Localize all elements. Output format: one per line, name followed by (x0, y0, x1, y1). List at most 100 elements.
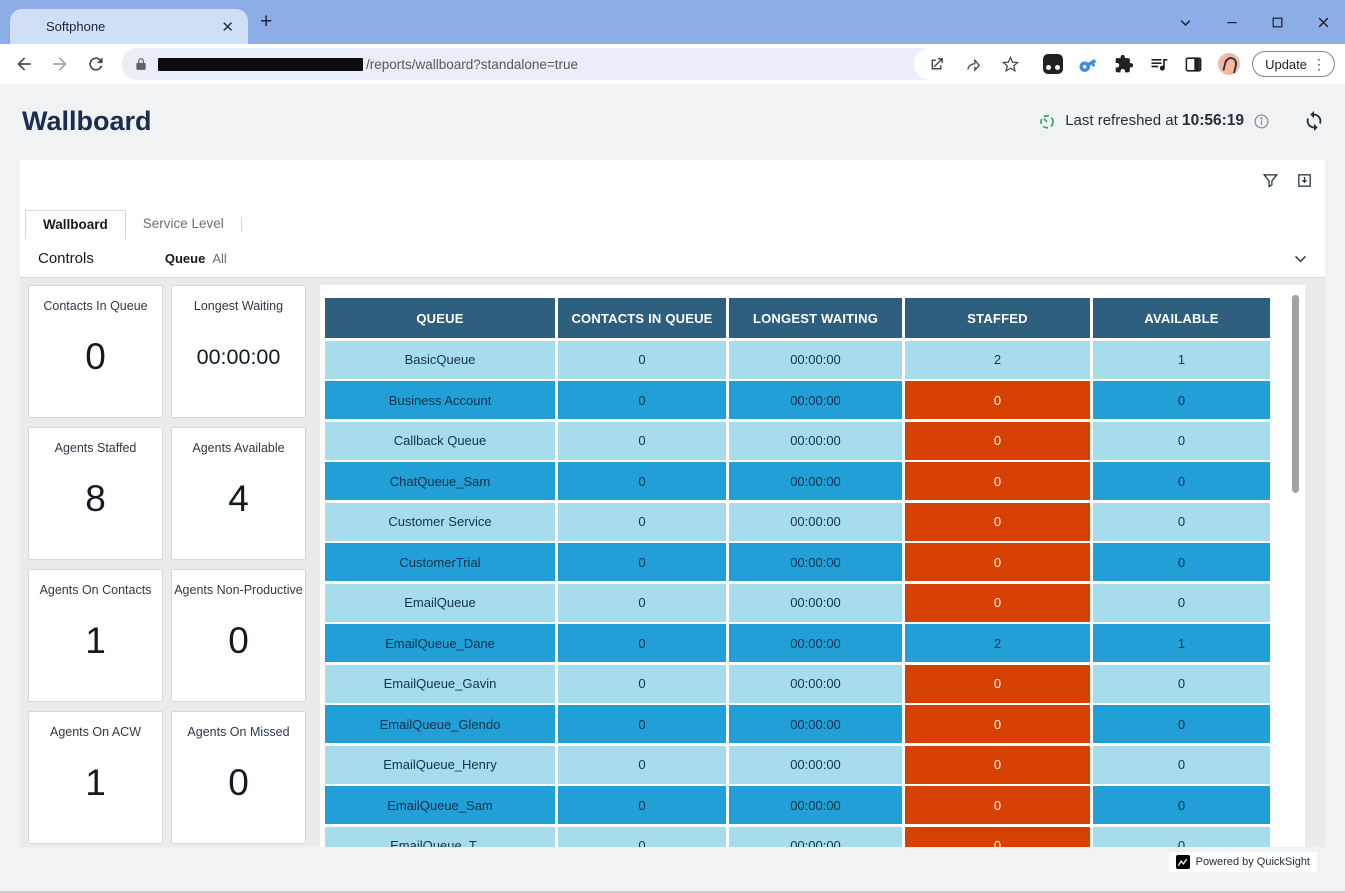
kpi-card: Agents On Contacts1 (28, 569, 163, 702)
kpi-card: Agents Available4 (171, 427, 306, 560)
refresh-cluster: Last refreshed at 10:56:19 (1038, 110, 1325, 132)
kpi-card-label: Agents On ACW (29, 712, 162, 739)
staffed-cell: 0 (905, 422, 1090, 460)
close-icon[interactable] (1316, 15, 1331, 30)
browser-tab-title: Softphone (46, 19, 219, 34)
longest-waiting-cell: 00:00:00 (729, 665, 902, 703)
powered-by-badge: Powered by QuickSight (1169, 852, 1317, 872)
filter-icon[interactable] (1262, 172, 1279, 189)
kpi-card-label: Contacts In Queue (29, 286, 162, 313)
kpi-card-value: 0 (172, 597, 305, 701)
staffed-cell: 0 (905, 746, 1090, 784)
tab-close-icon[interactable]: ✕ (219, 18, 236, 36)
url-path: /reports/wallboard?standalone=true (366, 57, 578, 72)
tab-service-level[interactable]: Service Level (126, 210, 241, 239)
available-cell: 0 (1093, 584, 1270, 622)
contacts-in-queue-cell: 0 (558, 746, 726, 784)
longest-waiting-cell: 00:00:00 (729, 341, 902, 379)
lock-icon[interactable] (134, 57, 148, 71)
contacts-in-queue-cell: 0 (558, 503, 726, 541)
quicksight-logo-icon (1176, 855, 1190, 869)
browser-tab-strip: Softphone ✕ + (0, 0, 1345, 44)
browser-menu-icon[interactable]: ⋮ (1312, 57, 1329, 71)
queue-name-cell: EmailQueue (325, 584, 555, 622)
redacted-domain (158, 58, 363, 71)
kpi-card-value: 8 (29, 455, 162, 559)
controls-collapse-chevron-icon[interactable] (1292, 250, 1309, 267)
kpi-card-label: Agents Available (172, 428, 305, 455)
staffed-cell: 0 (905, 543, 1090, 581)
back-icon[interactable] (14, 54, 34, 74)
extension-dark-icon[interactable] (1043, 54, 1063, 74)
contacts-in-queue-cell: 0 (558, 422, 726, 460)
queue-name-cell: EmailQueue_Gavin (325, 665, 555, 703)
browser-tab[interactable]: Softphone ✕ (10, 9, 248, 44)
address-bar-actions (914, 48, 1033, 80)
table-header-cell: CONTACTS IN QUEUE (558, 298, 726, 338)
forward-icon[interactable] (50, 54, 70, 74)
table-header-cell: AVAILABLE (1093, 298, 1270, 338)
page-title: Wallboard (22, 106, 152, 137)
tab-wallboard[interactable]: Wallboard (25, 210, 126, 239)
side-panel-icon[interactable] (1184, 55, 1203, 74)
kpi-card-value: 00:00:00 (172, 313, 305, 417)
media-controls-icon[interactable] (1149, 54, 1169, 74)
queue-filter-value[interactable]: All (212, 251, 226, 266)
available-cell: 1 (1093, 341, 1270, 379)
staffed-cell: 0 (905, 786, 1090, 824)
update-button[interactable]: Update ⋮ (1252, 51, 1335, 77)
available-cell: 0 (1093, 746, 1270, 784)
kpi-card: Contacts In Queue0 (28, 285, 163, 418)
minimize-icon[interactable] (1225, 15, 1239, 29)
kpi-card-label: Agents On Missed (172, 712, 305, 739)
available-cell: 0 (1093, 503, 1270, 541)
longest-waiting-cell: 00:00:00 (729, 786, 902, 824)
profile-avatar[interactable] (1218, 53, 1240, 75)
export-icon[interactable] (1296, 172, 1313, 189)
available-cell: 0 (1093, 705, 1270, 743)
longest-waiting-cell: 00:00:00 (729, 543, 902, 581)
extensions-puzzle-icon[interactable] (1114, 54, 1134, 74)
tab-divider (241, 217, 242, 232)
tab-search-chevron-icon[interactable] (1178, 15, 1193, 30)
info-icon[interactable] (1253, 113, 1270, 130)
reload-icon[interactable] (86, 54, 106, 74)
update-button-label: Update (1265, 57, 1307, 72)
controls-row: Controls Queue All (20, 239, 1325, 278)
bookmark-star-icon[interactable] (1002, 56, 1019, 73)
kpi-card: Agents On ACW1 (28, 711, 163, 844)
last-refreshed-label: Last refreshed at 10:56:19 (1065, 112, 1244, 130)
controls-label: Controls (38, 250, 94, 267)
refresh-icon[interactable] (1303, 110, 1325, 132)
open-in-new-icon[interactable] (928, 56, 945, 73)
maximize-icon[interactable] (1271, 16, 1284, 29)
contacts-in-queue-cell: 0 (558, 341, 726, 379)
sheet-actions (1262, 172, 1313, 189)
kpi-card-value: 0 (29, 313, 162, 417)
timer-icon (1038, 112, 1056, 130)
longest-waiting-cell: 00:00:00 (729, 624, 902, 662)
address-bar[interactable]: /reports/wallboard?standalone=true (122, 48, 1033, 80)
staffed-cell: 0 (905, 503, 1090, 541)
share-icon[interactable] (965, 56, 982, 73)
queue-name-cell: Customer Service (325, 503, 555, 541)
longest-waiting-cell: 00:00:00 (729, 462, 902, 500)
staffed-cell: 0 (905, 584, 1090, 622)
longest-waiting-cell: 00:00:00 (729, 381, 902, 419)
queue-name-cell: Business Account (325, 381, 555, 419)
available-cell: 0 (1093, 381, 1270, 419)
table-header-cell: LONGEST WAITING (729, 298, 902, 338)
staffed-cell: 0 (905, 827, 1090, 848)
kpi-card-label: Agents Staffed (29, 428, 162, 455)
queue-name-cell: EmailQueue_Sam (325, 786, 555, 824)
queue-name-cell: ChatQueue_Sam (325, 462, 555, 500)
longest-waiting-cell: 00:00:00 (729, 746, 902, 784)
kpi-card-label: Agents On Contacts (29, 570, 162, 597)
extension-key-icon[interactable] (1074, 50, 1103, 79)
kpi-card-value: 1 (29, 597, 162, 701)
contacts-in-queue-cell: 0 (558, 786, 726, 824)
table-scrollbar-thumb[interactable] (1292, 295, 1299, 493)
new-tab-icon[interactable]: + (260, 12, 272, 32)
queue-name-cell: Callback Queue (325, 422, 555, 460)
contacts-in-queue-cell: 0 (558, 584, 726, 622)
